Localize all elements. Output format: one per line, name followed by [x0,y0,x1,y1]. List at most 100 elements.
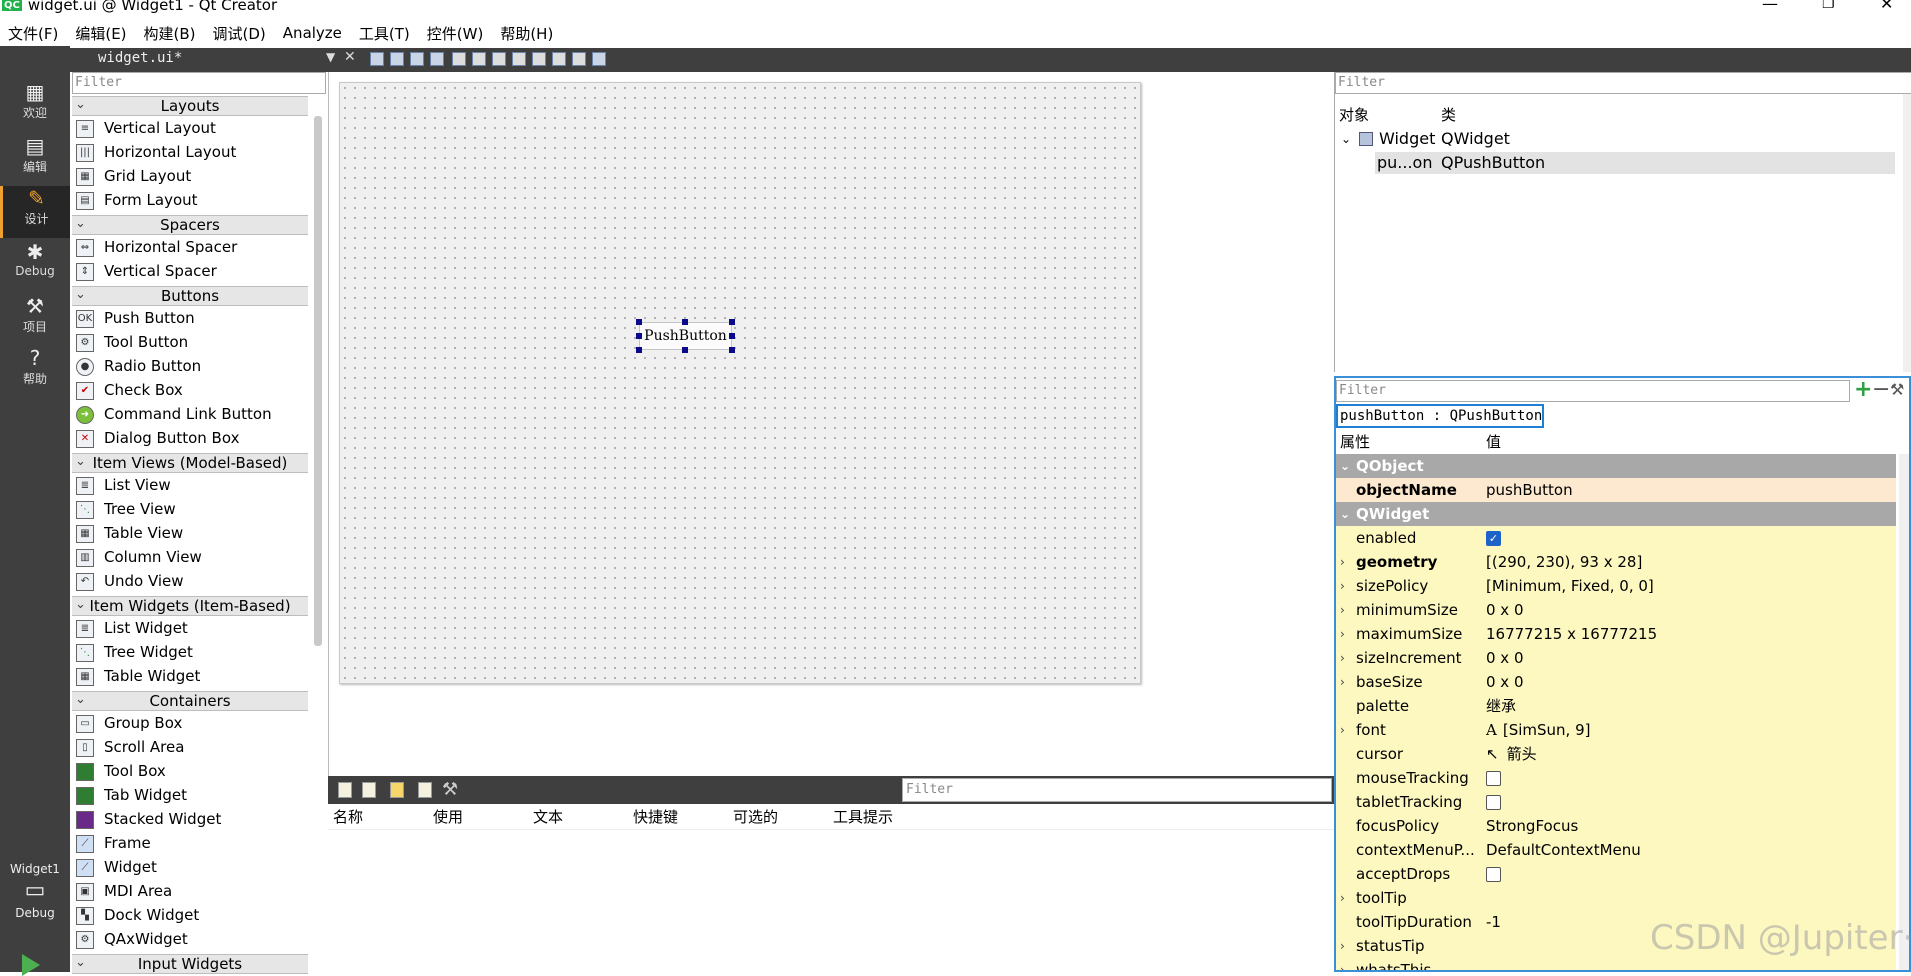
chevron-right-icon[interactable]: › [1340,646,1345,670]
object-filter-input[interactable]: Filter [1335,72,1911,94]
property-value[interactable]: DefaultContextMenu [1486,838,1641,862]
property-row-palette[interactable]: palette 继承 [1336,694,1896,718]
mode-projects[interactable]: ⚒ 项目 [0,294,70,346]
form-canvas[interactable]: PushButton [339,82,1141,684]
widget-item[interactable]: Stacked Widget [76,807,221,831]
property-row-objectname[interactable]: objectName pushButton [1336,478,1896,502]
configure-icon[interactable]: ⚒ [1890,380,1904,399]
close-button[interactable]: ✕ [1880,0,1893,13]
widget-item[interactable]: ≡ Vertical Layout [76,116,216,140]
property-value[interactable]: 16777215 x 16777215 [1486,622,1657,646]
widget-item[interactable]: ▚ Dock Widget [76,903,199,927]
widget-item[interactable]: ⋱ Tree View [76,497,176,521]
column-header[interactable]: 对象 [1339,104,1369,125]
chevron-right-icon[interactable]: › [1340,670,1345,694]
kit-selector[interactable]: Widget1 ▭ Debug [0,862,70,920]
chevron-right-icon[interactable]: › [1340,958,1345,970]
category-containers[interactable]: ⌄ Containers [72,691,308,711]
widget-item[interactable]: ▯ Scroll Area [76,735,184,759]
break-layout-icon[interactable] [572,52,586,66]
widget-box-scrollbar[interactable] [314,116,322,646]
property-editor-scrollbar[interactable] [1899,454,1909,970]
close-document-icon[interactable]: ✕ [344,49,356,65]
widget-item[interactable]: ↶ Undo View [76,569,184,593]
mode-welcome[interactable]: ▦ 欢迎 [0,80,70,132]
edit-buddies-icon[interactable] [410,52,424,66]
widget-item[interactable]: ⟋ Frame [76,831,151,855]
widget-item[interactable]: ⇕ Vertical Spacer [76,259,217,283]
widget-item[interactable]: ✕ Dialog Button Box [76,426,239,450]
chevron-right-icon[interactable]: › [1340,574,1345,598]
chevron-right-icon[interactable]: › [1340,886,1345,910]
property-row-sizeincrement[interactable]: › sizeIncrement 0 x 0 [1336,646,1896,670]
property-row-whatsthis[interactable]: › whatsThis [1336,958,1896,970]
property-row-focuspolicy[interactable]: focusPolicy StrongFocus [1336,814,1896,838]
object-inspector-scrollbar[interactable] [1903,94,1911,372]
layout-splitter-v-icon[interactable] [512,52,526,66]
selection-handle[interactable] [729,319,735,325]
widget-item[interactable]: Tool Box [76,759,166,783]
chevron-right-icon[interactable]: › [1340,550,1345,574]
property-row-contextmenupolicy[interactable]: contextMenuP... DefaultContextMenu [1336,838,1896,862]
widget-item[interactable]: OK Push Button [76,306,195,330]
property-value[interactable]: 0 x 0 [1486,598,1524,622]
column-header[interactable]: 快捷键 [633,806,678,827]
column-header[interactable]: 文本 [533,806,563,827]
property-row-minimumsize[interactable]: › minimumSize 0 x 0 [1336,598,1896,622]
document-name[interactable]: widget.ui* [98,50,182,66]
paste-action-icon[interactable] [390,782,404,798]
selection-handle[interactable] [636,333,642,339]
property-row-enabled[interactable]: enabled ✓ [1336,526,1896,550]
widget-item[interactable]: ▤ Form Layout [76,188,198,212]
category-spacers[interactable]: ⌄ Spacers [72,215,308,235]
category-buttons[interactable]: ⌄ Buttons [72,286,308,306]
property-value[interactable]: A [SimSun, 9] [1486,718,1590,742]
menu-debug[interactable]: 调试(D) [213,23,266,44]
selection-handle[interactable] [636,347,642,353]
tablettracking-checkbox[interactable] [1486,795,1501,810]
property-row-geometry[interactable]: › geometry [(290, 230), 93 x 28] [1336,550,1896,574]
tree-row-pushbutton[interactable]: pu...on QPushButton [1375,152,1895,174]
property-row-basesize[interactable]: › baseSize 0 x 0 [1336,670,1896,694]
property-group-qwidget[interactable]: ⌄ QWidget [1336,502,1896,526]
chevron-down-icon[interactable]: ⌄ [1341,128,1351,150]
layout-vertical-icon[interactable] [472,52,486,66]
widget-item[interactable]: ● Radio Button [76,354,201,378]
layout-form-icon[interactable] [532,52,546,66]
property-row-tablettracking[interactable]: tabletTracking [1336,790,1896,814]
chevron-right-icon[interactable]: › [1340,598,1345,622]
widget-item[interactable]: ||| Horizontal Layout [76,140,236,164]
property-value[interactable]: 0 x 0 [1486,670,1524,694]
run-icon[interactable] [22,954,40,976]
mode-design[interactable]: ✎ 设计 [0,186,70,238]
column-header[interactable]: 工具提示 [833,806,893,827]
copy-action-icon[interactable] [362,782,376,798]
minimize-button[interactable]: — [1762,0,1778,13]
menu-widgets[interactable]: 控件(W) [427,23,484,44]
property-row-tooltip[interactable]: › toolTip [1336,886,1896,910]
mode-edit[interactable]: ▤ 编辑 [0,134,70,186]
menu-analyze[interactable]: Analyze [283,24,342,42]
menu-edit[interactable]: 编辑(E) [75,23,126,44]
category-item-views[interactable]: ⌄ Item Views (Model-Based) [72,453,308,473]
layout-splitter-h-icon[interactable] [492,52,506,66]
property-row-font[interactable]: › font A [SimSun, 9] [1336,718,1896,742]
widget-filter-input[interactable]: Filter [72,72,326,94]
delete-action-icon[interactable] [418,782,432,798]
widget-item[interactable]: ▦ Grid Layout [76,164,191,188]
widget-item[interactable]: ▥ Column View [76,545,202,569]
menu-tools[interactable]: 工具(T) [359,23,410,44]
property-value[interactable]: -1 [1486,910,1501,934]
column-header[interactable]: 属性 [1340,430,1370,454]
property-group-qobject[interactable]: ⌄ QObject [1336,454,1896,478]
category-layouts[interactable]: ⌄ Layouts [72,96,308,116]
property-value[interactable]: [(290, 230), 93 x 28] [1486,550,1642,574]
property-filter-input[interactable]: Filter [1336,380,1850,402]
chevron-right-icon[interactable]: › [1340,622,1345,646]
widget-item[interactable]: ≣ List View [76,473,171,497]
tree-row-widget[interactable]: ⌄ Widget QWidget [1335,128,1895,150]
widget-item[interactable]: ⇔ Horizontal Spacer [76,235,237,259]
action-table-body[interactable] [328,830,1334,972]
selection-handle[interactable] [729,347,735,353]
widget-item[interactable]: ▦ Table View [76,521,183,545]
